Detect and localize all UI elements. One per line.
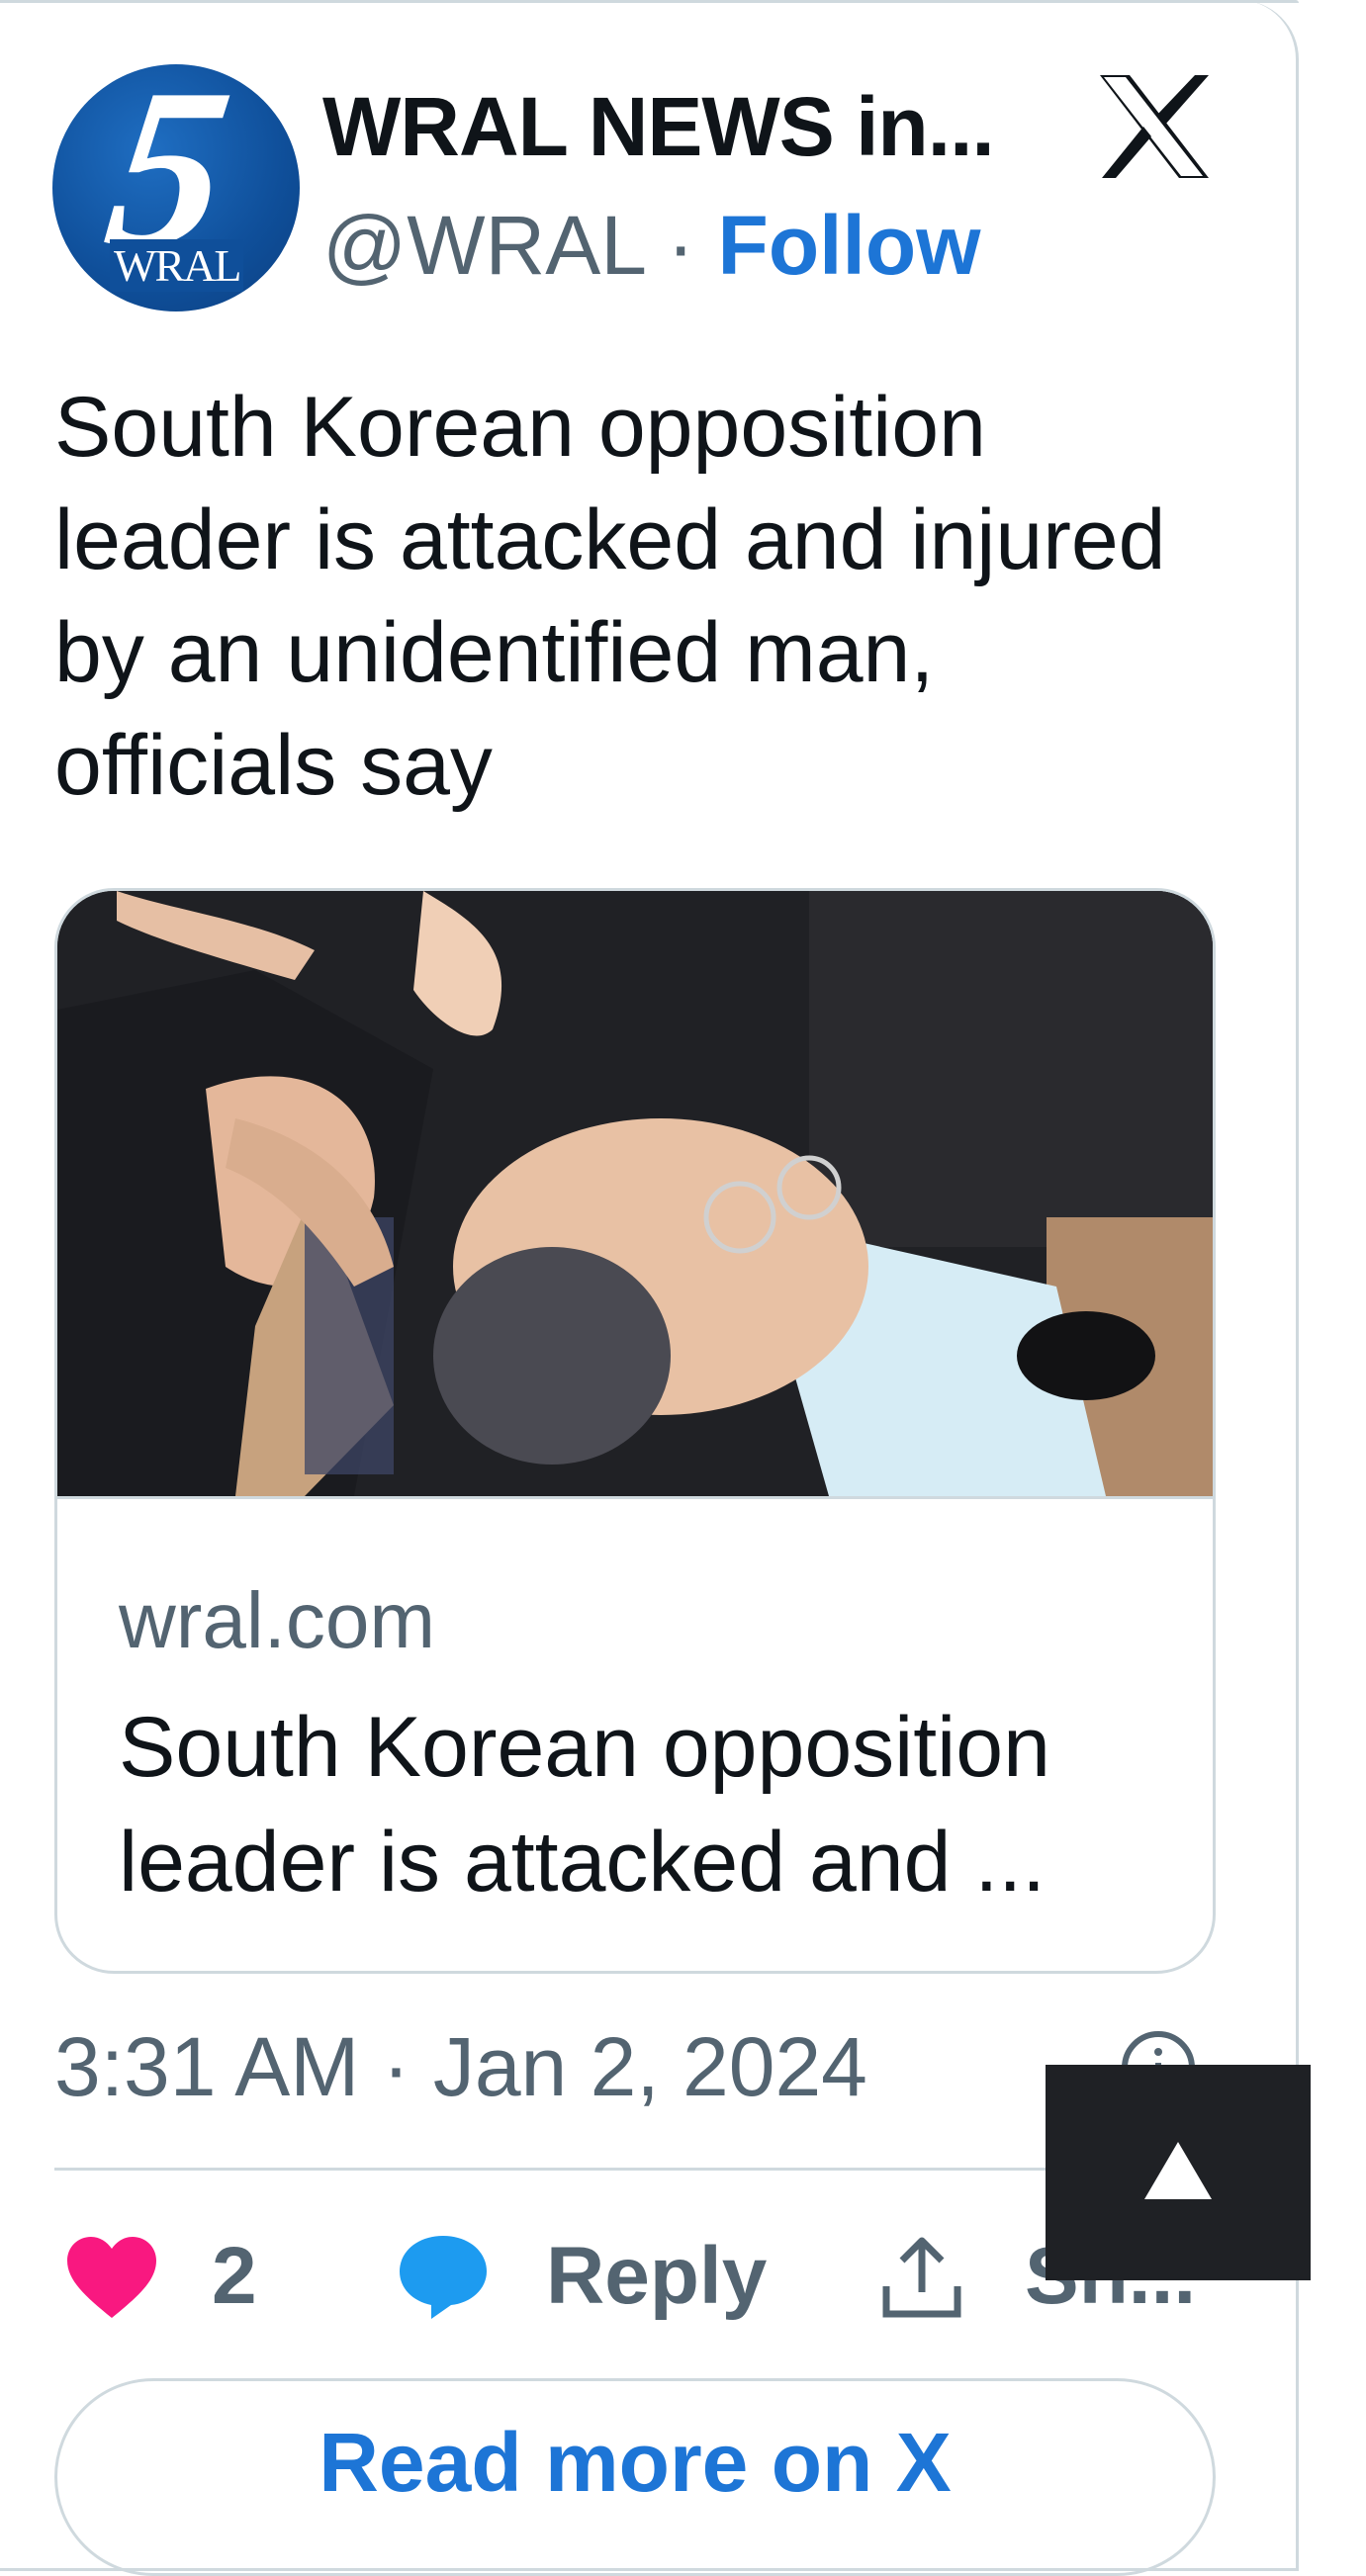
user-handle[interactable]: @WRAL <box>322 199 644 292</box>
x-logo-icon[interactable] <box>1096 73 1213 180</box>
heart-icon[interactable] <box>65 2235 158 2320</box>
link-title: South Korean opposition leader is attack… <box>119 1700 1050 1910</box>
reply-button[interactable]: Reply <box>546 2227 767 2326</box>
tweet-text: South Korean opposition leader is attack… <box>54 380 1166 813</box>
avatar[interactable]: 5 WRAL <box>52 64 300 311</box>
news-photo[interactable] <box>57 891 1213 1499</box>
link-domain: wral.com <box>119 1576 436 1664</box>
link-card[interactable]: wral.com South Korean opposition leader … <box>54 888 1216 1974</box>
separator: · <box>667 199 695 292</box>
read-more-label: Read more on X <box>319 2416 952 2509</box>
news-photo-graphic <box>57 891 1213 1496</box>
timestamp[interactable]: 3:31 AM · Jan 2, 2024 <box>54 2017 867 2116</box>
read-more-button[interactable]: Read more on X <box>54 2378 1216 2576</box>
share-icon[interactable] <box>878 2235 965 2320</box>
triangle-up-icon <box>1144 2142 1212 2199</box>
display-name[interactable]: WRAL NEWS in... <box>322 77 995 176</box>
like-count[interactable]: 2 <box>212 2227 257 2326</box>
card-border-top <box>0 0 1299 3</box>
handle-row: @WRAL · Follow <box>322 196 980 295</box>
follow-button[interactable]: Follow <box>718 199 981 292</box>
scroll-to-top-button[interactable] <box>1046 2065 1311 2280</box>
divider <box>54 2168 1216 2171</box>
avatar-wordmark: WRAL <box>110 239 244 292</box>
reply-icon[interactable] <box>396 2232 491 2321</box>
